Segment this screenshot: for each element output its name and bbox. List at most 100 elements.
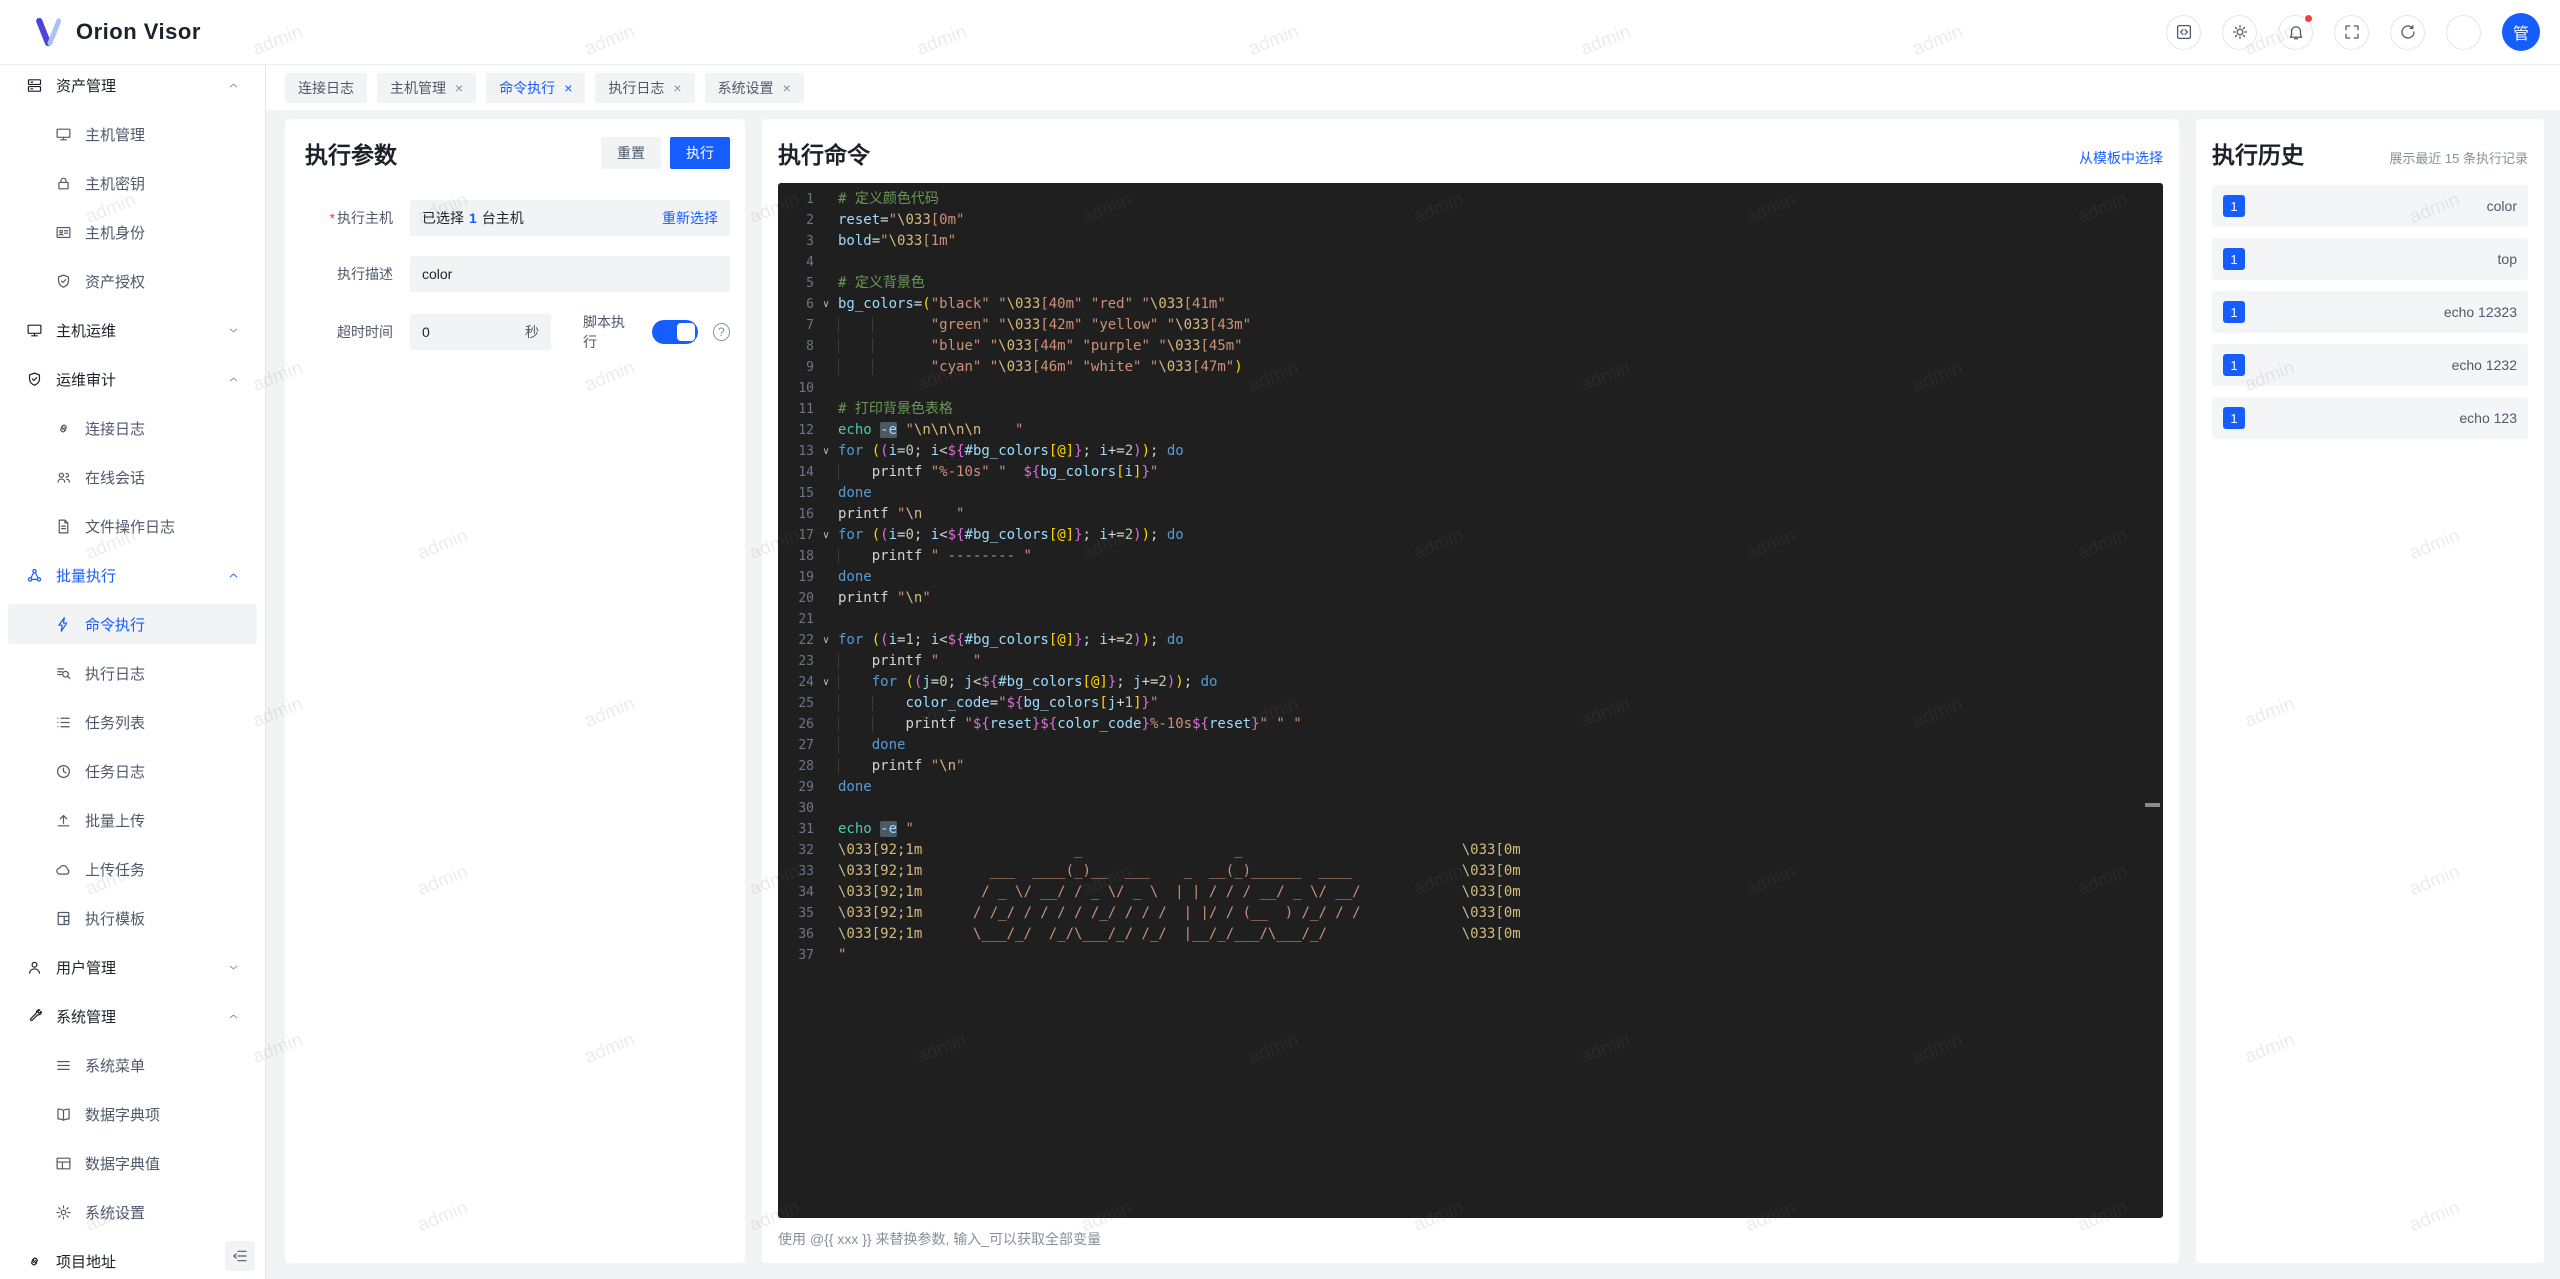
fold-icon[interactable]: ∨: [814, 672, 838, 693]
choose-template-link[interactable]: 从模板中选择: [2079, 148, 2163, 168]
history-command: echo 1232: [2451, 357, 2517, 373]
line-number: 7: [806, 318, 814, 333]
code-token: \n: [905, 506, 923, 522]
close-icon[interactable]: ×: [564, 80, 572, 96]
settings-button[interactable]: undefined: [2446, 14, 2481, 50]
sidebar-item[interactable]: 资产管理: [8, 65, 257, 105]
code-token: =: [989, 695, 999, 711]
sidebar-item[interactable]: 执行模板: [8, 898, 257, 938]
fold-icon[interactable]: ∨: [814, 525, 838, 546]
fullscreen-button[interactable]: [2334, 14, 2369, 50]
fold-icon: [814, 315, 838, 336]
chevron-up-icon: [229, 377, 238, 381]
code-token: do: [1166, 443, 1184, 459]
sidebar-item[interactable]: 主机运维: [8, 310, 257, 350]
sidebar-item[interactable]: 上传任务: [8, 849, 257, 889]
sidebar-item[interactable]: 主机管理: [8, 114, 257, 154]
code-text: for ((i=0; i<${#bg_colors[@]}; i+=2)); d…: [838, 525, 1184, 546]
sidebar-item[interactable]: 主机密钥: [8, 163, 257, 203]
tab[interactable]: 主机管理 ×: [377, 72, 477, 103]
tab[interactable]: 系统设置 ×: [704, 72, 804, 103]
avatar[interactable]: 管: [2502, 13, 2540, 51]
history-item[interactable]: 1 echo 1232: [2212, 344, 2528, 386]
sidebar-item[interactable]: 数据字典值: [8, 1143, 257, 1183]
code-line: 27 done: [778, 735, 2163, 756]
sidebar-item-label: 任务列表: [85, 714, 146, 732]
sidebar-item[interactable]: 系统管理: [8, 996, 257, 1036]
code-token: "cyan" ": [930, 359, 999, 375]
code-token: ): [1133, 443, 1142, 459]
line-number: 4: [806, 255, 814, 270]
history-command: color: [2486, 198, 2517, 214]
code-token: j: [1133, 674, 1142, 690]
shield-icon: [28, 372, 41, 386]
code-token: j: [922, 674, 931, 690]
sidebar-item[interactable]: 文件操作日志: [8, 506, 257, 546]
sidebar-item[interactable]: 用户管理: [8, 947, 257, 987]
history-item[interactable]: 1 color: [2212, 185, 2528, 227]
menu-fold-icon: [233, 1250, 247, 1262]
sidebar-item[interactable]: 资产授权: [8, 261, 257, 301]
history-item[interactable]: 1 echo 123: [2212, 397, 2528, 439]
line-number: 25: [798, 696, 814, 711]
sidebar-item[interactable]: 执行日志: [8, 653, 257, 693]
code-token: ;: [1082, 632, 1100, 648]
sidebar-item[interactable]: 连接日志: [8, 408, 257, 448]
file-icon: [58, 519, 69, 533]
sidebar-item[interactable]: 命令执行: [8, 604, 257, 644]
fold-icon[interactable]: ∨: [814, 441, 838, 462]
tab[interactable]: 执行日志 ×: [595, 72, 695, 103]
history-item[interactable]: 1 echo 12323: [2212, 291, 2528, 333]
tab[interactable]: 连接日志: [285, 72, 367, 103]
sidebar-item[interactable]: 批量执行: [8, 555, 257, 595]
close-icon[interactable]: ×: [455, 80, 463, 96]
sidebar-item[interactable]: 系统设置: [8, 1192, 257, 1232]
code-editor[interactable]: 1 # 定义颜色代码 2 reset="\033[0m" 3 bold="\033[1m"…: [778, 183, 2163, 1218]
sidebar-item[interactable]: 在线会话: [8, 457, 257, 497]
code-token: ): [1234, 359, 1243, 375]
logo-icon: [36, 17, 62, 47]
close-icon[interactable]: ×: [673, 80, 681, 96]
fold-icon: [814, 189, 838, 210]
sidebar-item[interactable]: 数据字典项: [8, 1094, 257, 1134]
history-header: 执行历史 展示最近 15 条执行记录: [2212, 136, 2528, 170]
run-button[interactable]: 执行: [670, 137, 730, 169]
toggle-knob: [676, 323, 695, 341]
fold-icon[interactable]: ∨: [814, 294, 838, 315]
code-token: ${: [1040, 716, 1058, 732]
history-item[interactable]: 1 top: [2212, 238, 2528, 280]
code-text: for ((i=0; i<${#bg_colors[@]}; i+=2)); d…: [838, 441, 1184, 462]
tab[interactable]: 命令执行 ×: [486, 72, 586, 103]
reset-button[interactable]: 重置: [601, 137, 661, 169]
line-number: 37: [798, 948, 814, 963]
theme-button[interactable]: [2222, 14, 2257, 50]
notification-button[interactable]: [2278, 13, 2313, 50]
collapse-sidebar-button[interactable]: [225, 1241, 255, 1271]
chevron-up-icon: [229, 83, 238, 87]
sidebar-item[interactable]: 运维审计: [8, 359, 257, 399]
sidebar-item[interactable]: 任务列表: [8, 702, 257, 742]
sidebar-item[interactable]: 任务日志: [8, 751, 257, 791]
code-token: --------: [947, 548, 1016, 564]
sidebar-item[interactable]: 主机身份: [8, 212, 257, 252]
terminal-button[interactable]: [2166, 14, 2201, 50]
refresh-button[interactable]: [2390, 14, 2425, 50]
sidebar-item-label: 运维审计: [56, 371, 117, 389]
code-token: ": [981, 422, 1024, 438]
script-exec-toggle[interactable]: [651, 320, 698, 344]
fold-icon[interactable]: ∨: [814, 630, 838, 651]
desc-input[interactable]: color: [410, 256, 730, 292]
timeout-input[interactable]: 0 秒: [410, 314, 551, 350]
sidebar-item[interactable]: 项目地址: [8, 1241, 257, 1279]
code-token: (: [922, 296, 931, 312]
code-text: done: [838, 777, 872, 798]
sidebar-item[interactable]: 批量上传: [8, 800, 257, 840]
code-token: +: [1116, 695, 1125, 711]
sidebar-item[interactable]: 系统菜单: [8, 1045, 257, 1085]
code-token: / _ \/ __/ / _ \/ _ \ | | / / / __/ _ \/…: [922, 884, 1462, 900]
reselect-hosts-link[interactable]: 重新选择: [662, 208, 718, 228]
close-icon[interactable]: ×: [783, 80, 791, 96]
host-selected-box: 已选择 1 台主机 重新选择: [410, 200, 730, 236]
code-token: color_code: [1057, 716, 1142, 732]
